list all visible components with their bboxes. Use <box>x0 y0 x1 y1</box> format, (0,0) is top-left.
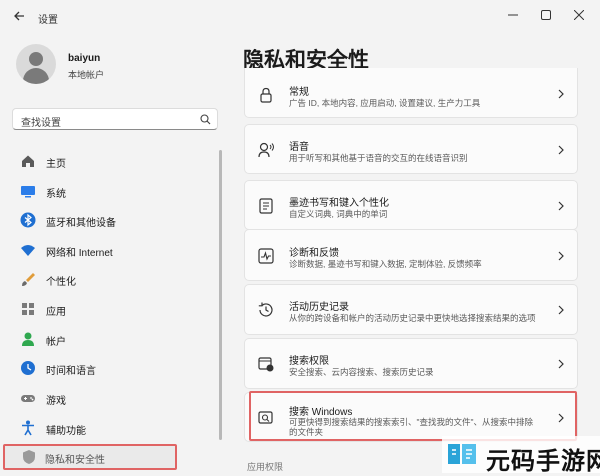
card-title: 墨迹书写和键入个性化 <box>289 198 389 209</box>
card-description: 从你的跨设备和帐户的活动历史记录中更快地选择搜索结果的选项 <box>289 313 536 323</box>
card-diagnostics[interactable]: 诊断和反馈 诊断数据, 墨迹书写和键入数据, 定制体验, 反馈频率 <box>244 229 578 281</box>
chevron-right-icon <box>558 359 564 369</box>
card-title: 活动历史记录 <box>289 302 349 313</box>
back-arrow-icon[interactable] <box>12 9 26 23</box>
minimize-icon <box>508 14 518 16</box>
card-search-permissions[interactable]: 搜索权限 安全搜索、云内容搜索、搜索历史记录 <box>244 338 578 389</box>
sidebar-item-gaming[interactable]: 游戏 <box>12 385 212 411</box>
watermark-text: 元码手游网 <box>486 448 600 475</box>
home-icon <box>22 155 34 167</box>
card-activity-history[interactable]: 活动历史记录 从你的跨设备和帐户的活动历史记录中更快地选择搜索结果的选项 <box>244 284 578 335</box>
watermark: 元码手游网 <box>442 436 600 475</box>
history-icon <box>258 302 273 317</box>
card-speech[interactable]: 语音 用于听写和其他基于语音的交互的在线语音识别 <box>244 124 578 174</box>
sidebar-item-apps[interactable]: 应用 <box>12 296 212 322</box>
monitor-icon <box>21 186 35 198</box>
maximize-button[interactable] <box>535 6 557 24</box>
notepad-icon <box>259 198 273 214</box>
bluetooth-icon <box>20 212 36 228</box>
person-icon <box>22 332 34 346</box>
sidebar-item-label: 系统 <box>46 189 66 200</box>
card-description: 广告 ID, 本地内容, 应用启动, 设置建议, 生产力工具 <box>289 98 481 108</box>
sidebar-scrollbar[interactable] <box>219 150 222 440</box>
sidebar-item-system[interactable]: 系统 <box>12 178 212 204</box>
card-description: 安全搜索、云内容搜索、搜索历史记录 <box>289 367 434 377</box>
gamepad-icon <box>21 395 35 402</box>
sidebar-item-label: 主页 <box>46 159 66 170</box>
title-bar: 设置 <box>0 0 600 32</box>
pulse-icon <box>258 248 274 264</box>
chevron-right-icon <box>558 145 564 155</box>
globe-clock-icon <box>21 361 35 375</box>
user-name: baiyun <box>68 53 101 64</box>
sidebar-item-label: 游戏 <box>46 396 66 407</box>
sidebar-item-home[interactable]: 主页 <box>12 148 212 174</box>
lock-icon <box>260 87 272 103</box>
chevron-right-icon <box>558 251 564 261</box>
close-button[interactable] <box>568 6 590 24</box>
card-title: 常规 <box>289 87 309 98</box>
close-icon <box>574 10 584 20</box>
card-description: 诊断数据, 墨迹书写和键入数据, 定制体验, 反馈频率 <box>289 259 482 269</box>
sidebar-item-label: 辅助功能 <box>46 426 86 437</box>
sidebar-item-label: 帐户 <box>46 337 66 348</box>
chevron-right-icon <box>558 305 564 315</box>
card-description: 自定义词典, 词典中的单词 <box>289 209 388 219</box>
search-permission-icon <box>258 357 274 372</box>
watermark-logo-icon <box>448 444 476 464</box>
app-title: 设置 <box>38 15 58 26</box>
card-title: 搜索权限 <box>289 356 329 367</box>
card-description: 用于听写和其他基于语音的交互的在线语音识别 <box>289 153 468 163</box>
highlight-box-card <box>249 391 577 441</box>
chevron-right-icon <box>558 89 564 99</box>
minimize-button[interactable] <box>502 6 524 24</box>
apps-icon <box>22 303 34 315</box>
speech-icon <box>258 142 274 158</box>
search-placeholder: 查找设置 <box>21 118 61 129</box>
search-icon <box>200 114 211 125</box>
sidebar-item-label: 应用 <box>46 307 66 318</box>
sidebar-item-personalization[interactable]: 个性化 <box>12 266 212 292</box>
card-title: 语音 <box>289 142 309 153</box>
card-title: 诊断和反馈 <box>289 248 339 259</box>
card-inking-typing[interactable]: 墨迹书写和键入个性化 自定义词典, 词典中的单词 <box>244 180 578 230</box>
avatar <box>16 44 56 84</box>
highlight-box-sidebar <box>3 444 177 470</box>
brush-icon <box>22 273 35 286</box>
sidebar-item-network[interactable]: 网络和 Internet <box>12 237 212 263</box>
card-general[interactable]: 常规 广告 ID, 本地内容, 应用启动, 设置建议, 生产力工具 <box>244 68 578 118</box>
accessibility-icon <box>22 420 34 436</box>
sidebar-item-accounts[interactable]: 帐户 <box>12 326 212 352</box>
search-input[interactable]: 查找设置 <box>12 108 218 130</box>
sidebar-item-bluetooth[interactable]: 蓝牙和其他设备 <box>12 207 212 233</box>
sidebar-item-label: 个性化 <box>46 277 76 288</box>
sidebar-item-time-language[interactable]: 时间和语言 <box>12 355 212 381</box>
account-type: 本地帐户 <box>68 70 105 80</box>
sidebar-item-accessibility[interactable]: 辅助功能 <box>12 415 212 441</box>
maximize-icon <box>541 10 551 20</box>
section-label-app-permissions: 应用权限 <box>247 462 284 472</box>
sidebar-item-label: 网络和 Internet <box>46 248 113 259</box>
sidebar-item-label: 时间和语言 <box>46 366 96 377</box>
chevron-right-icon <box>558 201 564 211</box>
sidebar-item-label: 蓝牙和其他设备 <box>46 218 116 229</box>
wifi-icon <box>21 245 35 256</box>
